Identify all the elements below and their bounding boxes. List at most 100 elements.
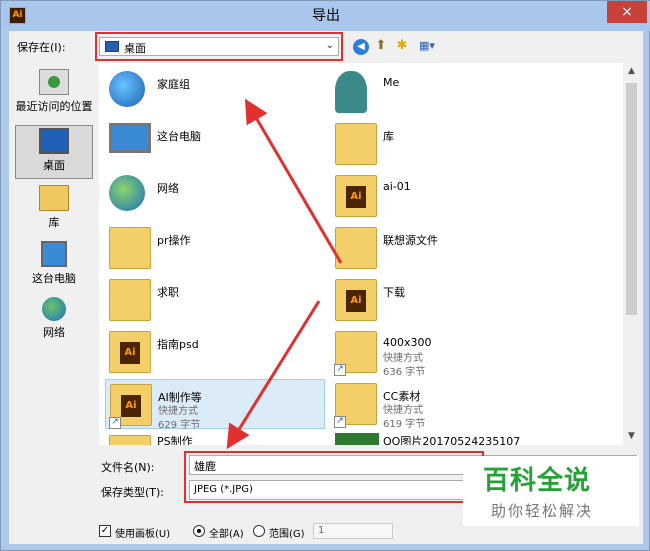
file-name: 库 xyxy=(383,130,394,143)
list-item[interactable]: 下载 xyxy=(331,275,551,325)
file-name: AI制作等 xyxy=(158,391,202,404)
recent-places-icon xyxy=(39,69,69,95)
place-label: 库 xyxy=(48,216,60,229)
list-item[interactable]: pr操作 xyxy=(105,223,325,273)
list-item[interactable]: 网络 xyxy=(105,171,325,221)
range-radio[interactable] xyxy=(253,525,265,537)
file-name: Me xyxy=(383,76,400,89)
place-libraries[interactable]: 库 xyxy=(15,183,93,237)
places-bar: 最近访问的位置 桌面 库 这台电脑 网络 xyxy=(9,63,97,383)
file-name: 下载 xyxy=(383,286,405,299)
libraries-icon xyxy=(335,123,377,165)
desktop-icon xyxy=(39,128,69,154)
place-label: 桌面 xyxy=(43,159,65,172)
file-list[interactable]: 家庭组 这台电脑 网络 pr操作 求职 指南psd xyxy=(99,63,623,445)
export-dialog: Ai 导出 × 保存在(I): 桌面 ⌄ ◀ ⬆ ✱ ▦▾ 最近访问的位置 桌面 xyxy=(0,0,650,551)
annotation-highlight-location xyxy=(95,32,343,61)
save-in-label: 保存在(I): xyxy=(17,41,66,54)
list-item[interactable]: CC素材 快捷方式 619 字节 xyxy=(331,379,551,432)
file-details: 快捷方式 636 字节 xyxy=(383,352,425,380)
scroll-down-icon[interactable]: ▼ xyxy=(623,428,640,445)
user-icon xyxy=(335,71,367,113)
this-pc-icon xyxy=(109,123,151,153)
list-item[interactable]: 这台电脑 xyxy=(105,119,325,169)
range-field[interactable]: 1 xyxy=(313,523,393,539)
use-artboards-label: 使用画板(U) xyxy=(115,529,171,540)
file-name: ai-01 xyxy=(383,180,411,193)
file-details: 快捷方式 619 字节 xyxy=(383,404,425,432)
folder-icon xyxy=(335,279,377,321)
place-this-pc[interactable]: 这台电脑 xyxy=(15,239,93,293)
file-size: 636 字节 xyxy=(383,367,426,378)
title-bar: Ai 导出 × xyxy=(1,1,650,31)
file-name: 求职 xyxy=(157,286,179,299)
list-item[interactable]: 求职 xyxy=(105,275,325,325)
list-item[interactable]: 家庭组 xyxy=(105,67,325,117)
file-name: 这台电脑 xyxy=(157,130,201,143)
list-item[interactable]: ai-01 xyxy=(331,171,551,221)
folder-icon xyxy=(335,227,377,269)
close-button[interactable]: × xyxy=(607,1,647,23)
scroll-up-icon[interactable]: ▲ xyxy=(623,63,640,80)
network-icon xyxy=(109,175,145,211)
new-folder-icon[interactable]: ✱ xyxy=(393,37,411,55)
homegroup-icon xyxy=(109,71,145,107)
file-type: 快捷方式 xyxy=(158,406,198,417)
all-radio-label: 全部(A) xyxy=(209,529,244,540)
list-item[interactable]: QQ图片20170524235107 xyxy=(331,431,551,445)
list-item[interactable]: PS制作 xyxy=(105,431,325,445)
folder-shortcut-icon xyxy=(109,384,152,429)
back-icon[interactable]: ◀ xyxy=(353,39,369,55)
watermark-title: 百科全说 xyxy=(483,466,592,496)
list-item[interactable]: 联想源文件 xyxy=(331,223,551,273)
folder-icon xyxy=(109,279,151,321)
file-type: 快捷方式 xyxy=(383,353,423,364)
annotation-highlight-filename xyxy=(184,451,484,503)
dialog-title: 导出 xyxy=(312,8,340,24)
place-network[interactable]: 网络 xyxy=(15,295,93,349)
file-name: 400x300 xyxy=(383,336,432,349)
folder-icon xyxy=(109,331,151,373)
folder-shortcut-icon xyxy=(334,383,377,428)
file-name: CC素材 xyxy=(383,390,421,403)
list-item[interactable]: 库 xyxy=(331,119,551,169)
place-label: 这台电脑 xyxy=(32,272,76,285)
watermark-subtitle: 助你轻松解决 xyxy=(491,502,594,520)
use-artboards-checkbox[interactable]: ✓ xyxy=(99,525,111,537)
watermark: 百科全说 助你轻松解决 xyxy=(463,456,639,526)
folder-icon xyxy=(335,175,377,217)
list-item-selected[interactable]: AI制作等 快捷方式 629 字节 xyxy=(105,379,325,431)
file-size: 619 字节 xyxy=(383,419,426,430)
folder-icon xyxy=(109,435,151,445)
this-pc-icon xyxy=(41,241,67,267)
place-desktop[interactable]: 桌面 xyxy=(15,125,93,179)
vertical-scrollbar[interactable]: ▲ ▼ xyxy=(623,63,640,445)
place-recent[interactable]: 最近访问的位置 xyxy=(15,67,93,121)
list-item[interactable]: Me xyxy=(331,67,551,117)
folder-shortcut-icon xyxy=(334,331,377,376)
all-radio[interactable] xyxy=(193,525,205,537)
file-name: 家庭组 xyxy=(157,78,190,91)
place-label: 网络 xyxy=(43,326,65,339)
list-item[interactable]: 400x300 快捷方式 636 字节 xyxy=(331,327,551,380)
file-name: pr操作 xyxy=(157,234,191,247)
place-label: 最近访问的位置 xyxy=(15,100,93,113)
list-item[interactable]: 指南psd xyxy=(105,327,325,377)
file-name: QQ图片20170524235107 xyxy=(383,435,521,445)
range-radio-label: 范围(G) xyxy=(269,529,305,540)
file-name: 联想源文件 xyxy=(383,234,438,247)
filetype-label: 保存类型(T): xyxy=(101,486,165,499)
file-name: PS制作 xyxy=(157,435,193,445)
file-name: 网络 xyxy=(157,182,179,195)
up-folder-icon[interactable]: ⬆ xyxy=(373,37,389,55)
scrollbar-thumb[interactable] xyxy=(626,83,637,315)
image-icon xyxy=(335,433,379,445)
view-menu-icon[interactable]: ▦▾ xyxy=(415,37,439,55)
network-icon xyxy=(42,297,66,321)
dialog-body: 保存在(I): 桌面 ⌄ ◀ ⬆ ✱ ▦▾ 最近访问的位置 桌面 库 这台电脑 … xyxy=(9,31,643,544)
file-type: 快捷方式 xyxy=(383,405,423,416)
filename-label: 文件名(N): xyxy=(101,461,155,474)
libraries-icon xyxy=(39,185,69,211)
file-details: 快捷方式 629 字节 xyxy=(158,405,200,433)
folder-icon xyxy=(109,227,151,269)
